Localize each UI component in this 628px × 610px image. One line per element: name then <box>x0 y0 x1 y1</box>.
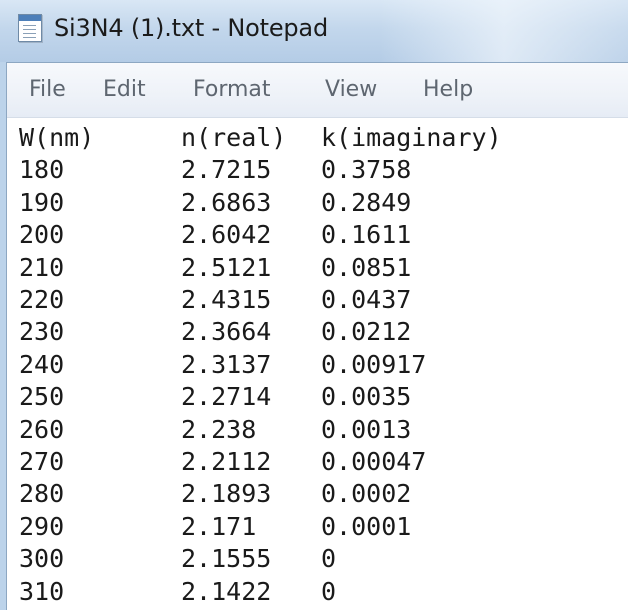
k-imaginary-value: 0.0212 <box>321 317 412 347</box>
n-real-value: 2.2112 <box>181 447 272 476</box>
wavelength-value: 190 <box>19 187 65 217</box>
wavelength-value: 200 <box>19 220 65 250</box>
n-real-value: 2.4315 <box>181 285 272 314</box>
title-bar[interactable]: Si3N4 (1).txt - Notepad <box>0 0 628 62</box>
k-imaginary-value: 0.2849 <box>321 187 412 217</box>
menu-help[interactable]: Help <box>423 77 473 102</box>
n-real-value: 2.7215 <box>181 155 272 185</box>
n-real-value: 2.171 <box>181 511 257 541</box>
k-imaginary-value: 0.0013 <box>321 414 412 444</box>
k-imaginary-value: 0.0002 <box>321 479 412 509</box>
k-imaginary-value: 0.0001 <box>321 511 412 541</box>
wavelength-value: 270 <box>19 447 65 476</box>
n-real-value: 2.6863 <box>181 187 272 217</box>
wavelength-value: 220 <box>19 285 65 314</box>
wavelength-value: 180 <box>19 155 65 185</box>
menu-edit[interactable]: Edit <box>103 77 146 102</box>
wavelength-value: 230 <box>19 317 65 347</box>
n-real-value: 2.1555 <box>181 544 272 574</box>
text-editor[interactable]: W(nm) n(real) k(imaginary) 180 2.7215 0.37… <box>7 118 628 610</box>
k-imaginary-value: 0.0035 <box>321 382 412 412</box>
k-imaginary-value: 0.0851 <box>321 252 412 282</box>
wavelength-value: 260 <box>19 414 65 444</box>
k-imaginary-value: 0.00917 <box>321 349 427 379</box>
n-real-value: 2.1893 <box>181 479 272 509</box>
n-real-value: 2.5121 <box>181 252 272 282</box>
header-k-imaginary: k(imaginary) <box>321 123 502 152</box>
header-wavelength: W(nm) <box>19 123 95 152</box>
k-imaginary-value: 0.3758 <box>321 155 412 185</box>
wavelength-value: 290 <box>19 511 65 541</box>
wavelength-value: 250 <box>19 382 65 412</box>
k-imaginary-value: 0 <box>321 544 337 574</box>
n-real-value: 2.6042 <box>181 220 272 250</box>
n-real-value: 2.2714 <box>181 382 272 412</box>
k-imaginary-value: 0.00047 <box>321 447 427 476</box>
wavelength-value: 300 <box>19 544 65 574</box>
wavelength-value: 280 <box>19 479 65 509</box>
notepad-icon[interactable] <box>18 14 42 42</box>
menu-view[interactable]: View <box>325 77 377 102</box>
wavelength-value: 240 <box>19 349 65 379</box>
menu-file[interactable]: File <box>29 77 66 102</box>
menu-bar: File Edit Format View Help <box>7 63 628 118</box>
wavelength-value: 210 <box>19 252 65 282</box>
k-imaginary-value: 0.0437 <box>321 285 412 314</box>
header-n-real: n(real) <box>181 123 287 152</box>
n-real-value: 2.1422 <box>181 576 272 606</box>
wavelength-value: 310 <box>19 576 65 606</box>
menu-format[interactable]: Format <box>193 77 271 102</box>
k-imaginary-value: 0 <box>321 576 337 606</box>
client-area: File Edit Format View Help W(nm) n(real)… <box>6 62 628 610</box>
notepad-window: Si3N4 (1).txt - Notepad File Edit Format… <box>0 0 628 610</box>
window-title: Si3N4 (1).txt - Notepad <box>54 14 328 42</box>
k-imaginary-value: 0.1611 <box>321 220 412 250</box>
n-real-value: 2.3664 <box>181 317 272 347</box>
header-line: W(nm) n(real) k(imaginary) <box>19 122 502 153</box>
n-real-value: 2.3137 <box>181 349 272 379</box>
n-real-value: 2.238 <box>181 414 257 444</box>
